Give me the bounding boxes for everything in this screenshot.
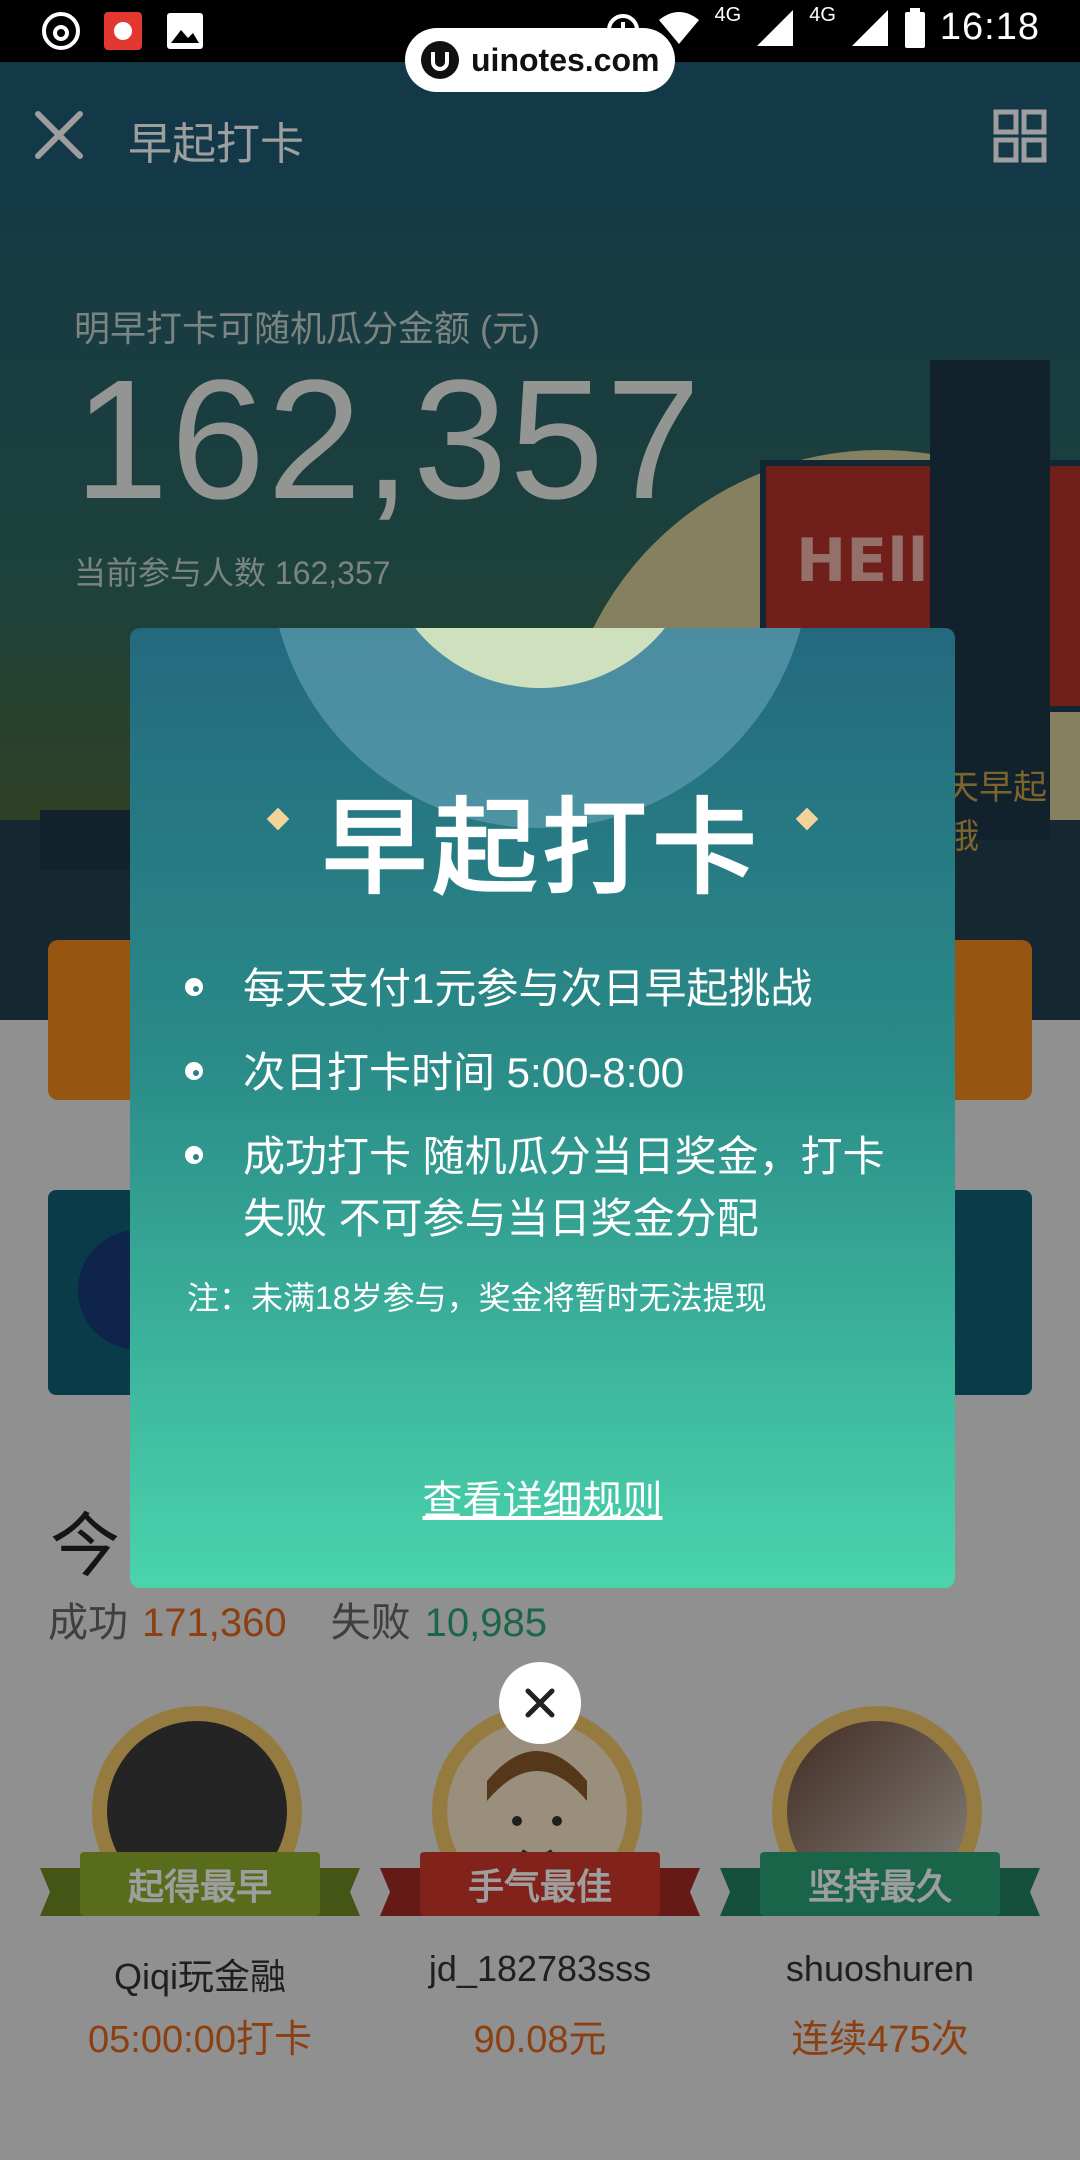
bullet-icon [185,978,203,996]
rule-text: 每天支付1元参与次日早起挑战 [243,965,813,1012]
app-notification-icon [104,12,142,50]
view-detailed-rules-link[interactable]: 查看详细规则 [130,1468,955,1526]
rule-text: 成功打卡 随机瓜分当日奖金，打卡失败 不可参与当日奖金分配 [243,1133,885,1242]
rules-list: 每天支付1元参与次日早起挑战 次日打卡时间 5:00-8:00 成功打卡 随机瓜… [185,958,915,1272]
clock: 16:18 [939,6,1040,48]
battery-icon [904,7,925,48]
rule-text: 次日打卡时间 5:00-8:00 [243,1049,685,1096]
dialog-close-button[interactable] [499,1662,581,1744]
watermark-text: uinotes.com [471,41,660,78]
uinotes-logo-icon [421,41,459,79]
rules-dialog: 早起打卡 每天支付1元参与次日早起挑战 次日打卡时间 5:00-8:00 成功打… [130,628,955,1588]
bullet-icon [185,1146,203,1164]
status-bar-notification-icons [40,10,206,52]
rule-item: 次日打卡时间 5:00-8:00 [185,1042,915,1104]
netease-music-icon [42,12,80,50]
gallery-icon [167,13,203,49]
age-note: 注：未满18岁参与，奖金将暂时无法提现 [187,1280,767,1316]
signal-icon [851,9,888,46]
dialog-title: 早起打卡 [322,791,763,907]
signal-icon [757,9,794,46]
watermark-badge: uinotes.com [405,28,675,92]
close-icon [525,1688,555,1718]
network-type-2: 4G [809,4,836,26]
rule-item: 每天支付1元参与次日早起挑战 [185,958,915,1020]
bullet-icon [185,1062,203,1080]
network-type-1: 4G [714,4,742,26]
rule-item: 成功打卡 随机瓜分当日奖金，打卡失败 不可参与当日奖金分配 [185,1126,915,1250]
